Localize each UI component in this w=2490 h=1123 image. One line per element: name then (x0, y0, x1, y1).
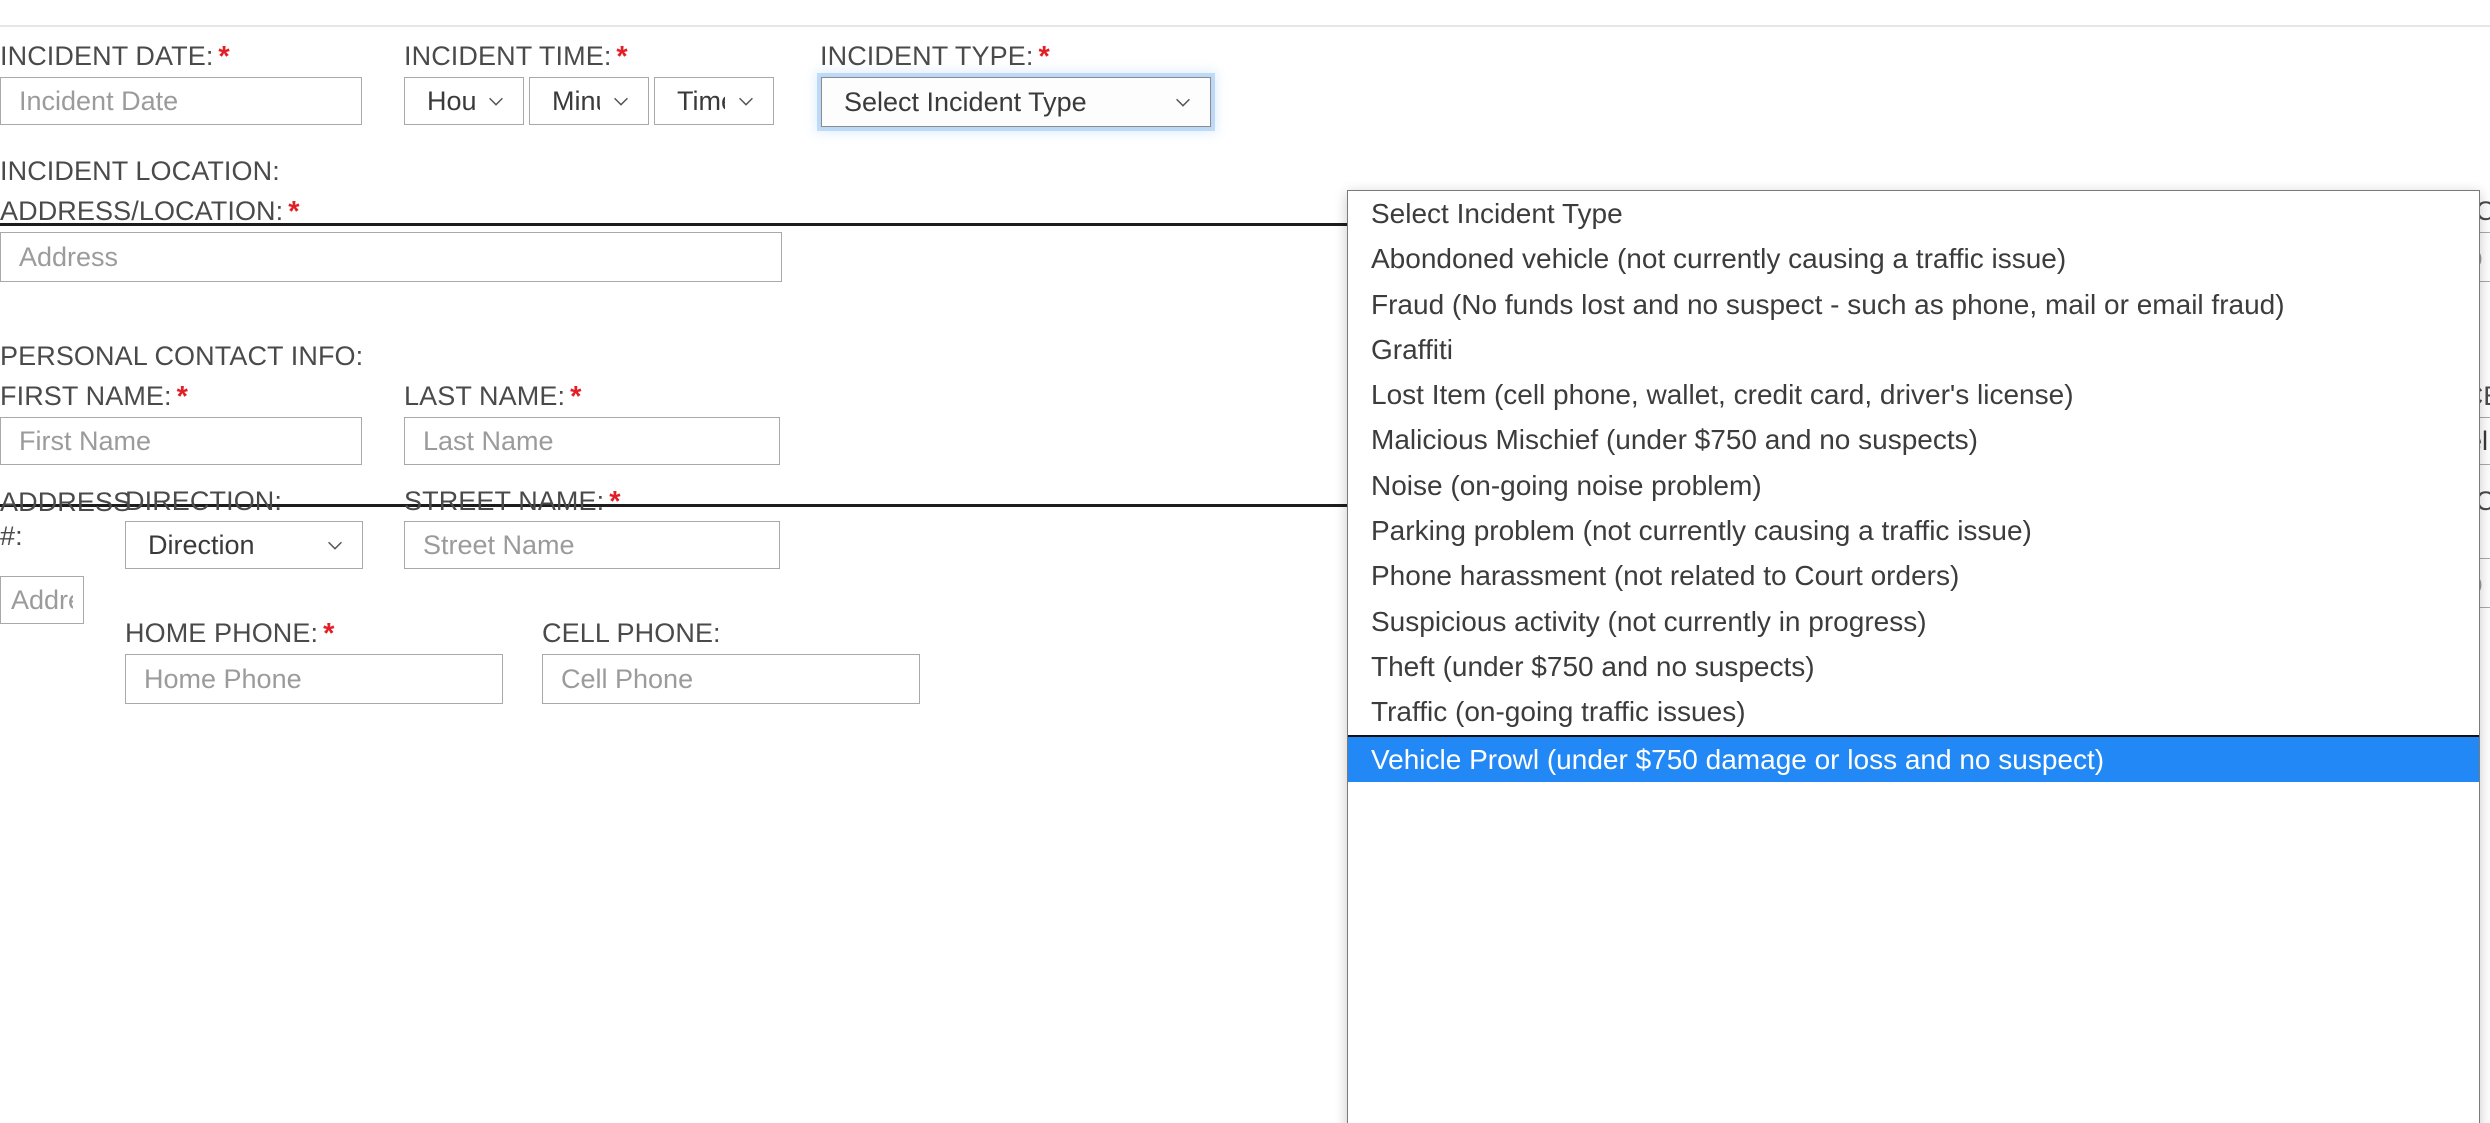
direction-selected-value: Direction (148, 529, 255, 560)
street-name-input[interactable] (404, 521, 780, 569)
incident-time-hour-select[interactable]: Hour (404, 77, 524, 125)
dropdown-option[interactable]: Traffic (on-going traffic issues) (1348, 689, 2479, 734)
first-name-label: FIRST NAME: * (0, 380, 188, 413)
chevron-down-icon (328, 541, 342, 550)
incident-type-label-text: INCIDENT TYPE: (820, 41, 1034, 71)
address-number-input[interactable] (0, 576, 84, 624)
cell-phone-label-text: CELL PHONE: (542, 618, 721, 648)
incident-type-selected-value: Select Incident Type (844, 86, 1087, 117)
address-location-label-text: ADDRESS/LOCATION: (0, 196, 284, 226)
incident-date-label: INCIDENT DATE: * (0, 40, 230, 73)
dropdown-option[interactable]: Fraud (No funds lost and no suspect - su… (1348, 282, 2479, 327)
dropdown-option[interactable]: Select Incident Type (1348, 191, 2479, 236)
incident-time-hour-value: Hour (427, 85, 475, 116)
incident-date-label-text: INCIDENT DATE: (0, 41, 214, 71)
street-name-label: STREET NAME: * (404, 485, 621, 518)
dropdown-option[interactable]: Vehicle Prowl (under $750 damage or loss… (1348, 734, 2479, 782)
incident-time-meridiem-select[interactable]: Time (654, 77, 774, 125)
cell-phone-input[interactable] (542, 654, 920, 704)
direction-label: DIRECTION: (125, 485, 282, 517)
direction-label-text: DIRECTION: (125, 486, 283, 516)
incident-type-required-asterisk: * (1038, 41, 1050, 73)
chevron-down-icon (489, 97, 503, 106)
incident-type-dropdown-list[interactable]: Select Incident Type Abondoned vehicle (n… (1347, 190, 2480, 1123)
dropdown-option[interactable]: Graffiti (1348, 327, 2479, 372)
last-name-required-asterisk: * (570, 381, 582, 413)
personal-contact-heading-text: PERSONAL CONTACT INFO: (0, 341, 364, 371)
direction-select[interactable]: Direction (125, 521, 363, 569)
personal-contact-heading: PERSONAL CONTACT INFO: (0, 340, 363, 372)
dropdown-option[interactable]: Parking problem (not currently causing a… (1348, 508, 2479, 553)
address-location-label: ADDRESS/LOCATION: * (0, 195, 300, 228)
incident-date-input[interactable] (0, 77, 362, 125)
incident-time-required-asterisk: * (616, 41, 628, 73)
dropdown-option[interactable]: Lost Item (cell phone, wallet, credit ca… (1348, 372, 2479, 417)
incident-time-meridiem-value: Time (677, 85, 725, 116)
dropdown-option[interactable]: Theft (under $750 and no suspects) (1348, 644, 2479, 689)
first-name-required-asterisk: * (176, 381, 189, 413)
page-top-divider (0, 25, 2490, 27)
street-name-required-asterisk: * (609, 486, 621, 518)
address-number-label: ADDRESS #: (0, 485, 131, 553)
incident-report-form-page: INCIDENT DATE:* INCIDENT TIME:* Hour Min… (0, 0, 2490, 1123)
street-name-label-text: STREET NAME: (404, 486, 605, 516)
incident-location-heading-text: INCIDENT LOCATION: (0, 156, 280, 186)
dropdown-option[interactable]: Abondoned vehicle (not currently causing… (1348, 236, 2479, 281)
incident-location-heading: INCIDENT LOCATION: (0, 155, 280, 187)
incident-type-select[interactable]: Select Incident Type (821, 77, 1211, 127)
home-phone-input[interactable] (125, 654, 503, 704)
home-phone-label-text: HOME PHONE: (125, 618, 319, 648)
address-number-label-text: ADDRESS #: (0, 487, 132, 551)
first-name-input[interactable] (0, 417, 362, 465)
incident-type-label: INCIDENT TYPE: * (820, 40, 1050, 73)
last-name-label: LAST NAME: * (404, 380, 581, 413)
dropdown-option[interactable]: Suspicious activity (not currently in pr… (1348, 599, 2479, 644)
incident-time-minute-value: Minut (552, 85, 600, 116)
address-location-required-asterisk: * (288, 196, 300, 228)
home-phone-label: HOME PHONE: * (125, 617, 335, 650)
chevron-down-icon (739, 97, 753, 106)
incident-time-label-text: INCIDENT TIME: (404, 41, 612, 71)
dropdown-option[interactable]: Phone harassment (not related to Court o… (1348, 553, 2479, 598)
last-name-label-text: LAST NAME: (404, 381, 566, 411)
dropdown-option[interactable]: Malicious Mischief (under $750 and no su… (1348, 417, 2479, 462)
incident-time-minute-select[interactable]: Minut (529, 77, 649, 125)
incident-time-label: INCIDENT TIME: * (404, 40, 628, 73)
incident-date-required-asterisk: * (218, 41, 230, 73)
chevron-down-icon (1176, 98, 1190, 107)
incident-address-input[interactable] (0, 232, 782, 282)
last-name-input[interactable] (404, 417, 780, 465)
home-phone-required-asterisk: * (323, 618, 335, 650)
cell-phone-label: CELL PHONE: (542, 617, 721, 649)
chevron-down-icon (614, 97, 628, 106)
first-name-label-text: FIRST NAME: (0, 381, 172, 411)
dropdown-option[interactable]: Noise (on-going noise problem) (1348, 463, 2479, 508)
